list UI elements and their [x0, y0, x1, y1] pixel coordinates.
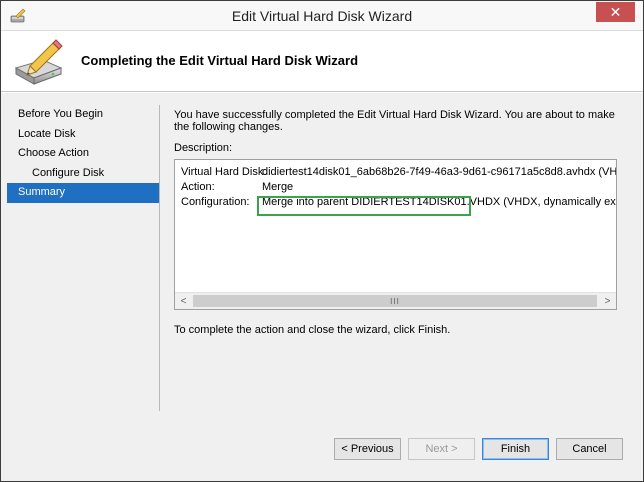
- wizard-window: Edit Virtual Hard Disk Wizard ✕ Completi…: [0, 0, 644, 482]
- description-row: Virtual Hard Disk: didiertest14disk01_6a…: [181, 165, 616, 180]
- title-bar[interactable]: Edit Virtual Hard Disk Wizard ✕: [1, 1, 643, 31]
- nav-divider: [159, 105, 160, 411]
- row-key: Configuration:: [181, 196, 250, 208]
- horizontal-scrollbar[interactable]: < III >: [175, 292, 616, 309]
- nav-item-choose-action[interactable]: Choose Action: [7, 144, 159, 164]
- scroll-left-icon[interactable]: <: [175, 293, 192, 309]
- close-button[interactable]: ✕: [596, 2, 635, 22]
- intro-text: You have successfully completed the Edit…: [174, 109, 615, 133]
- nav-item-before-you-begin[interactable]: Before You Begin: [7, 105, 159, 125]
- description-box[interactable]: Virtual Hard Disk: didiertest14disk01_6a…: [174, 159, 617, 310]
- nav-item-summary[interactable]: Summary: [7, 183, 159, 203]
- finish-button[interactable]: Finish: [482, 438, 549, 460]
- scrollbar-thumb[interactable]: III: [193, 295, 597, 307]
- wizard-steps-nav: Before You Begin Locate Disk Choose Acti…: [7, 105, 159, 203]
- row-value: didiertest14disk01_6ab68b26-7f49-46a3-9d…: [262, 166, 616, 178]
- disk-pencil-icon: [14, 39, 63, 85]
- window-title: Edit Virtual Hard Disk Wizard: [231, 8, 413, 24]
- scroll-right-icon[interactable]: >: [599, 293, 616, 309]
- description-list: Virtual Hard Disk: didiertest14disk01_6a…: [181, 165, 616, 293]
- row-key: Virtual Hard Disk:: [181, 166, 267, 178]
- cancel-button[interactable]: Cancel: [556, 438, 623, 460]
- nav-item-locate-disk[interactable]: Locate Disk: [7, 125, 159, 145]
- previous-button[interactable]: < Previous: [334, 438, 401, 460]
- highlight-box: [257, 196, 471, 216]
- grip-icon: III: [390, 297, 400, 306]
- close-icon: ✕: [609, 3, 622, 20]
- row-value: Merge: [262, 181, 294, 193]
- wizard-header: Completing the Edit Virtual Hard Disk Wi…: [1, 32, 643, 92]
- row-key: Action:: [181, 181, 215, 193]
- wizard-body: Before You Begin Locate Disk Choose Acti…: [1, 93, 643, 481]
- finish-instruction: To complete the action and close the wiz…: [174, 324, 451, 336]
- page-title: Completing the Edit Virtual Hard Disk Wi…: [81, 53, 359, 68]
- description-label: Description:: [174, 142, 233, 154]
- next-button[interactable]: Next >: [408, 438, 475, 460]
- summary-content: You have successfully completed the Edit…: [174, 109, 624, 154]
- nav-item-configure-disk[interactable]: Configure Disk: [7, 164, 159, 184]
- description-row: Action: Merge: [181, 180, 616, 195]
